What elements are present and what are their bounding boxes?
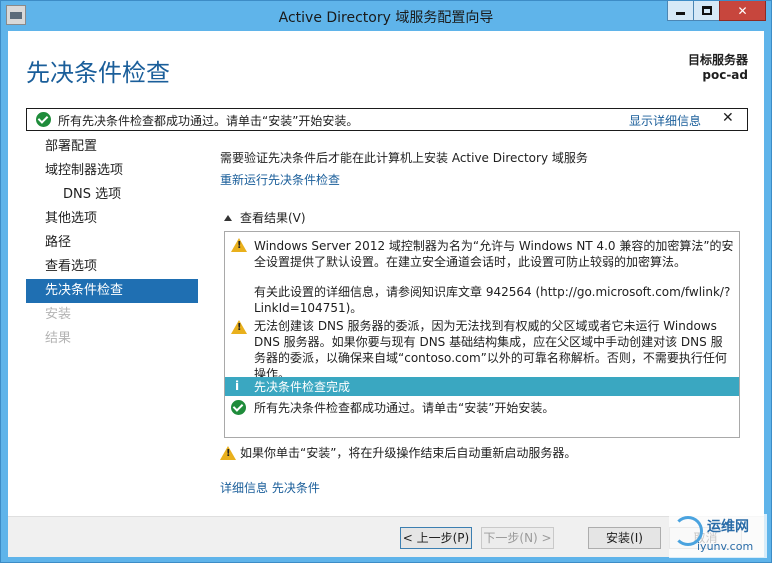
title-bar[interactable]: Active Directory 域服务配置向导 ✕ [1,1,771,31]
site-watermark: 运维网 iyunv.com [669,514,767,558]
result-text: Windows Server 2012 域控制器为名为“允许与 Windows … [254,239,734,269]
target-server-name: poc-ad [702,68,748,82]
result-item-info: i 先决条件检查完成 [225,377,739,396]
watermark-brand: 运维网 [707,519,749,535]
info-icon: i [235,379,240,393]
results-header-label: 查看结果(V) [240,211,306,225]
wizard-nav: 部署配置 域控制器选项 DNS 选项 其他选项 路径 查看选项 先决条件检查 安… [26,135,198,351]
result-item-warning: 无法创建该 DNS 服务器的委派，因为无法找到有权威的父区域或者它未运行 Win… [225,318,739,381]
nav-item-paths[interactable]: 路径 [26,231,198,255]
view-results-expander[interactable]: 查看结果(V) [224,209,306,226]
result-text: 无法创建该 DNS 服务器的委派，因为无法找到有权威的父区域或者它未运行 Win… [254,319,727,381]
warning-icon [231,320,247,334]
wizard-window: Active Directory 域服务配置向导 ✕ 先决条件检查 目标服务器 … [0,0,772,563]
watermark-url: iyunv.com [697,540,754,553]
target-server-label: 目标服务器 [687,53,748,67]
page-title: 先决条件检查 [26,59,170,87]
collapse-arrow-icon [224,215,232,221]
notice-message: 所有先决条件检查都成功通过。请单击“安装”开始安装。 [58,114,359,128]
dismiss-notice-icon[interactable]: ✕ [722,110,734,126]
nav-item-review[interactable]: 查看选项 [26,255,198,279]
minimize-button[interactable] [667,1,694,21]
result-text: 先决条件检查完成 [254,380,351,394]
nav-item-dns-options[interactable]: DNS 选项 [26,183,198,207]
window-title: Active Directory 域服务配置向导 [278,10,494,26]
nav-item-deployment[interactable]: 部署配置 [26,135,198,159]
nav-item-install: 安装 [45,307,72,322]
show-details-link[interactable]: 显示详细信息 [629,112,701,129]
maximize-button[interactable] [693,1,720,21]
minimize-icon [676,12,685,15]
nav-item-prerequisites[interactable]: 先决条件检查 [26,279,198,303]
close-button[interactable]: ✕ [719,1,766,21]
result-text-details: 有关此设置的详细信息，请参阅知识库文章 942564 (http://go.mi… [254,285,731,315]
nav-item-dc-options[interactable]: 域控制器选项 [26,159,198,183]
rerun-checks-link[interactable]: 重新运行先决条件检查 [220,171,340,188]
success-check-icon [231,400,246,415]
result-item-warning: Windows Server 2012 域控制器为名为“允许与 Windows … [225,236,739,315]
previous-button[interactable]: < 上一步(P) [400,527,472,549]
wizard-footer: < 上一步(P) 下一步(N) > 安装(I) 取消 [8,516,764,557]
install-button[interactable]: 安装(I) [588,527,661,549]
next-button: 下一步(N) > [481,527,554,549]
status-notice-bar: 所有先决条件检查都成功通过。请单击“安装”开始安装。 显示详细信息 ✕ [26,108,748,131]
nav-item-additional-options[interactable]: 其他选项 [26,207,198,231]
more-info-link[interactable]: 详细信息 先决条件 [220,479,320,496]
target-server-info: 目标服务器 poc-ad [688,53,748,83]
nav-item-results: 结果 [45,331,72,346]
restart-warning-text: 如果你单击“安装”，将在升级操作结束后自动重新启动服务器。 [240,446,577,460]
results-list[interactable]: Windows Server 2012 域控制器为名为“允许与 Windows … [224,231,740,438]
maximize-icon [701,6,712,15]
success-check-icon [36,112,51,127]
result-text: 所有先决条件检查都成功通过。请单击“安装”开始安装。 [254,401,555,415]
wizard-content: 先决条件检查 目标服务器 poc-ad 所有先决条件检查都成功通过。请单击“安装… [8,31,764,557]
intro-text: 需要验证先决条件后才能在此计算机上安装 Active Directory 域服务 [220,151,588,165]
restart-warning: 如果你单击“安装”，将在升级操作结束后自动重新启动服务器。 [220,444,576,461]
warning-icon [220,446,236,460]
close-icon: ✕ [737,3,748,18]
warning-icon [231,238,247,252]
result-item-success: 所有先决条件检查都成功通过。请单击“安装”开始安装。 [225,400,739,420]
